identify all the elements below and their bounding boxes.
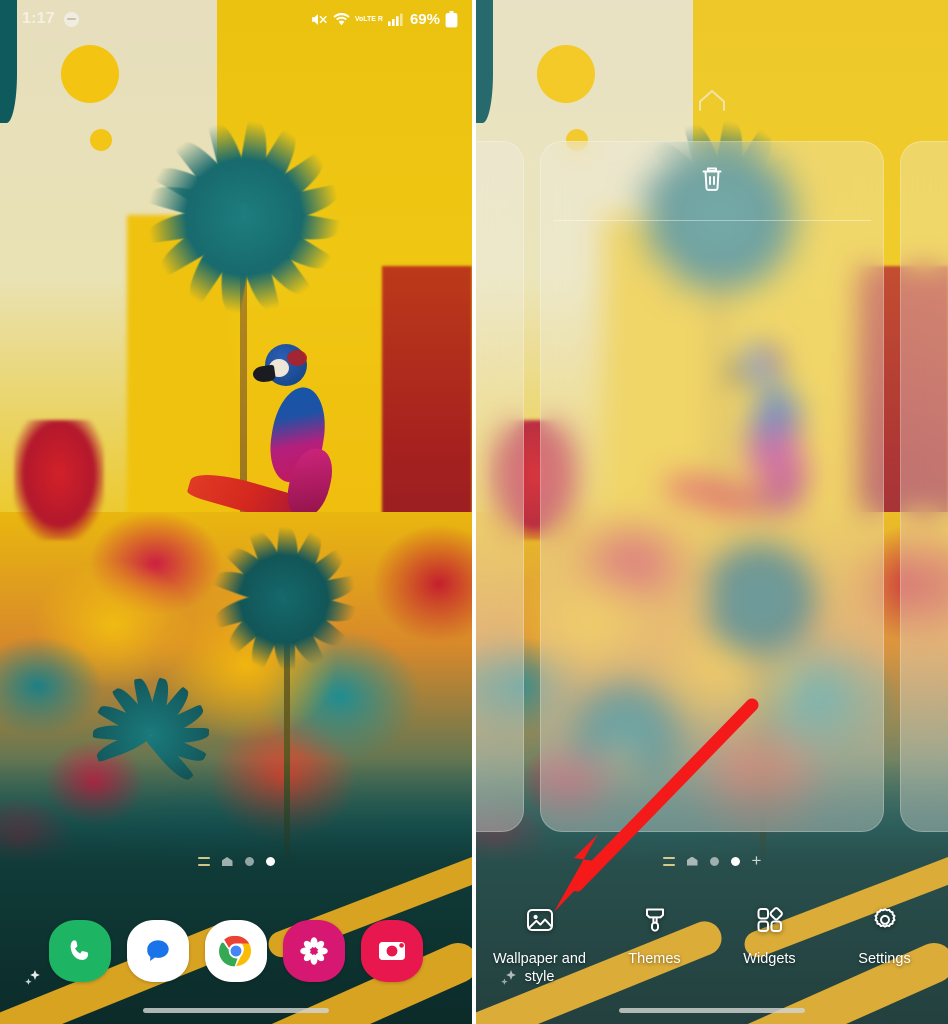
wallpaper-sun xyxy=(61,45,120,104)
page-preview-card-next[interactable] xyxy=(900,141,948,832)
gesture-navigation-bar[interactable] xyxy=(0,996,472,1024)
dock-icon-camera[interactable] xyxy=(361,920,423,982)
status-bar-right: VoLTE R 69% xyxy=(311,10,458,28)
volte-label: VoLTE xyxy=(354,15,376,23)
menu-item-themes[interactable]: Themes xyxy=(597,905,712,986)
menu-item-widgets[interactable]: Widgets xyxy=(712,905,827,986)
page-indicator-dot-active[interactable] xyxy=(730,856,740,866)
page-indicator-home-icon[interactable] xyxy=(221,857,233,866)
gesture-handle[interactable] xyxy=(143,1007,329,1013)
settings-gear-icon[interactable] xyxy=(870,905,900,940)
wifi-icon xyxy=(333,12,350,26)
dock xyxy=(0,920,472,982)
cellular-signal-icon xyxy=(387,13,403,26)
parrot-beak xyxy=(251,364,276,383)
status-bar-left: 1:17 xyxy=(22,10,79,28)
menu-label-themes: Themes xyxy=(628,951,681,967)
battery-percent-label: 69% xyxy=(409,10,440,28)
menu-label-settings: Settings xyxy=(858,951,911,967)
widgets-grid-icon[interactable] xyxy=(755,905,785,940)
gallery-flower-icon xyxy=(300,937,328,965)
camera-icon xyxy=(379,942,405,960)
wallpaper-small-sun xyxy=(89,129,112,152)
page-indicator-menu-icon[interactable] xyxy=(197,857,210,866)
page-preview-card-current[interactable] xyxy=(540,141,884,832)
messages-icon xyxy=(147,940,169,961)
wallpaper-red-bush xyxy=(14,419,105,540)
sparkle-icon[interactable] xyxy=(22,967,44,994)
wallpaper-left xyxy=(0,0,472,1024)
trash-icon[interactable] xyxy=(698,164,726,199)
card-blur-backdrop xyxy=(901,142,948,831)
status-bar: 1:17 VoLTE R 69% xyxy=(0,0,472,38)
card-blur-backdrop xyxy=(541,142,883,831)
volume-mute-icon xyxy=(311,12,328,27)
screenshot-root: 1:17 VoLTE R 69% + Wallpaper and style T… xyxy=(0,0,948,1024)
dock-icon-phone[interactable] xyxy=(49,920,111,982)
home-edit-menu: Wallpaper and style Themes Widgets Setti… xyxy=(476,905,948,986)
status-clock: 1:17 xyxy=(22,10,55,27)
dock-icon-gallery[interactable] xyxy=(283,920,345,982)
chrome-icon xyxy=(219,935,252,967)
roaming-label: R xyxy=(377,15,383,23)
page-indicator-menu-icon[interactable] xyxy=(662,856,675,866)
page-indicator-dot[interactable] xyxy=(709,856,719,866)
right-phone-home-edit-mode: + Wallpaper and style Themes Widgets Set… xyxy=(474,0,948,1024)
card-blur-backdrop xyxy=(476,142,523,831)
page-indicator-home-icon[interactable] xyxy=(686,856,698,866)
page-preview-card-previous[interactable] xyxy=(476,141,524,832)
do-not-disturb-icon xyxy=(63,11,79,27)
dock-icon-chrome[interactable] xyxy=(205,920,267,982)
menu-label-widgets: Widgets xyxy=(743,951,796,967)
sparkle-icon[interactable] xyxy=(498,967,520,994)
dock-icon-messages[interactable] xyxy=(127,920,189,982)
phone-icon xyxy=(70,940,89,960)
themes-brush-icon[interactable] xyxy=(640,905,670,940)
card-divider xyxy=(553,220,871,221)
add-page-icon[interactable]: + xyxy=(752,852,762,869)
wallpaper-image-icon[interactable] xyxy=(525,905,555,940)
gesture-navigation-bar[interactable] xyxy=(476,996,948,1024)
volte-roaming-indicator: VoLTE R xyxy=(355,16,383,23)
page-indicator-dot-active[interactable] xyxy=(265,857,275,866)
gesture-handle[interactable] xyxy=(619,1007,805,1013)
page-indicator-dot[interactable] xyxy=(244,857,254,866)
left-phone-home-screen: 1:17 VoLTE R 69% xyxy=(0,0,474,1024)
home-outline-icon[interactable] xyxy=(697,88,727,117)
menu-item-settings[interactable]: Settings xyxy=(827,905,942,986)
page-indicator-right[interactable]: + xyxy=(476,852,948,869)
page-indicator-left[interactable] xyxy=(0,857,472,866)
battery-icon xyxy=(445,10,458,28)
